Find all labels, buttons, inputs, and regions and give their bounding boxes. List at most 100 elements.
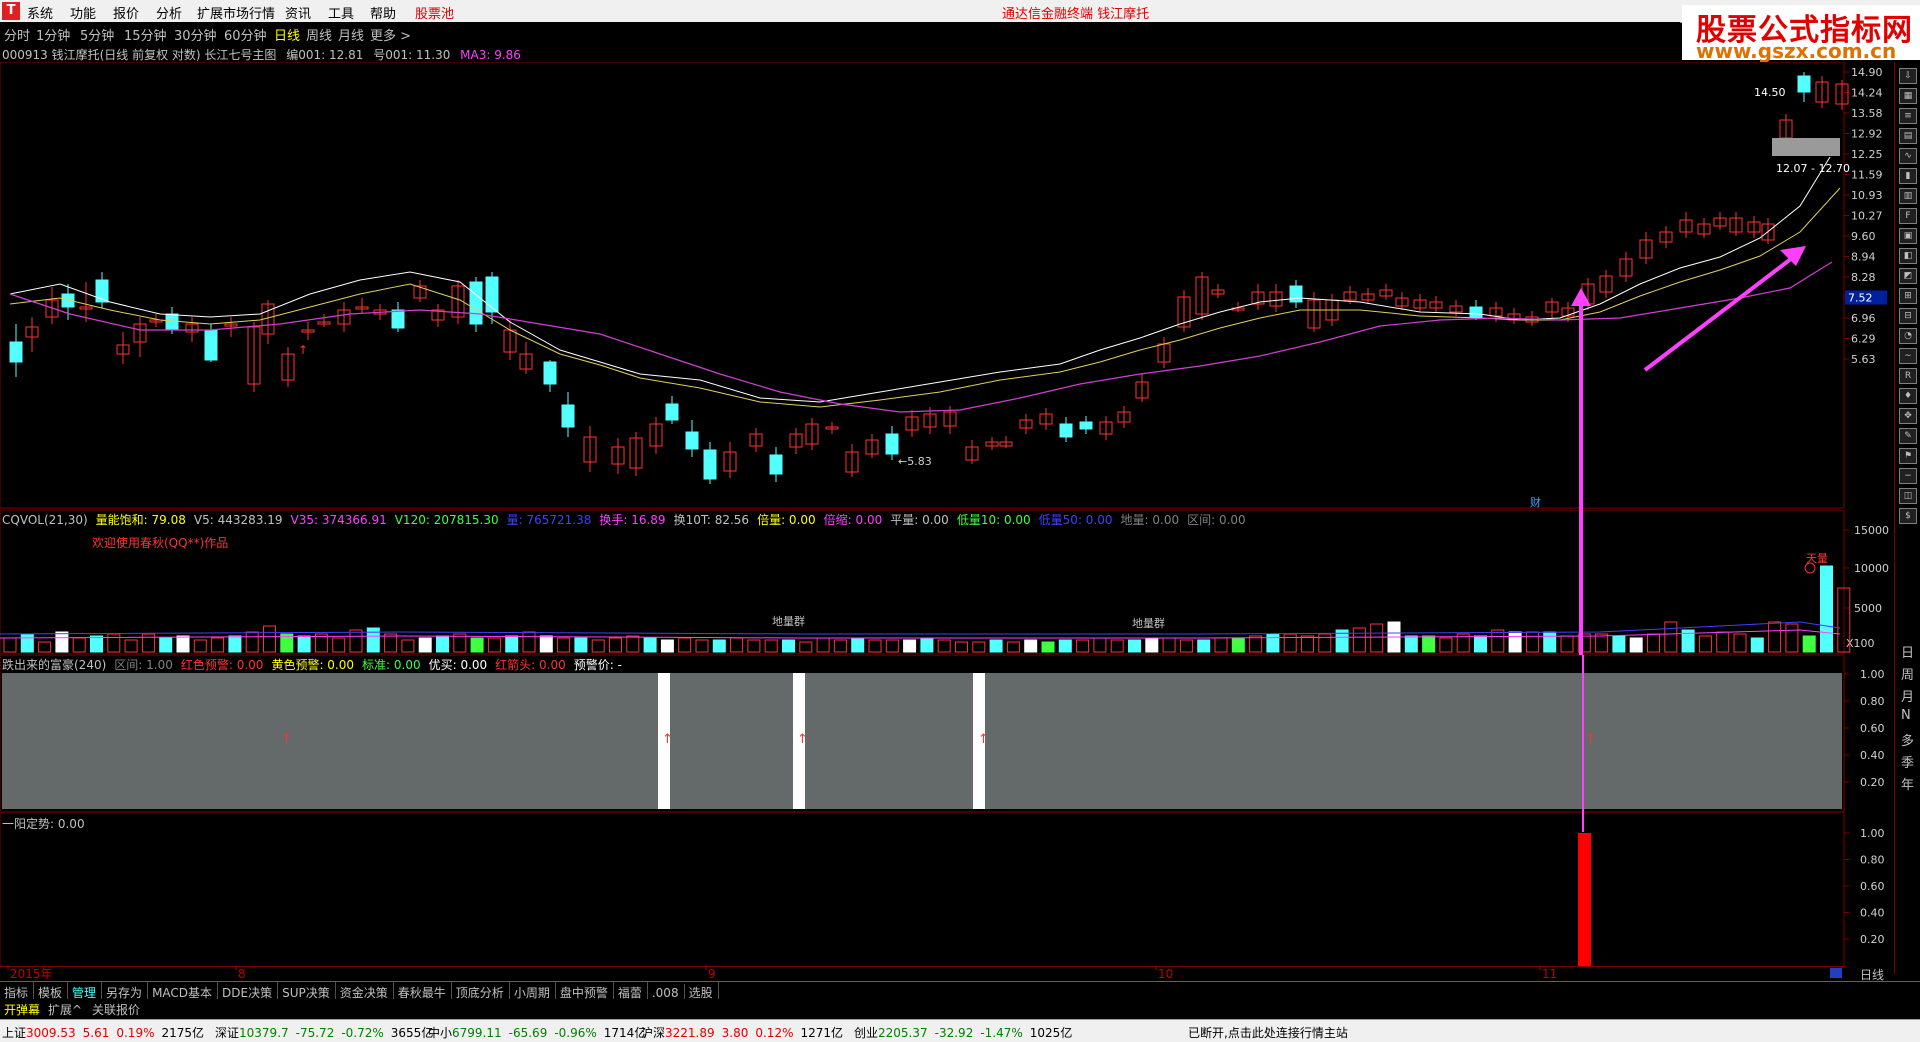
menu-info[interactable]: 资讯 [285, 3, 311, 22]
tab-5min[interactable]: 5分钟 [80, 25, 114, 44]
menu-extended-market[interactable]: 扩展市场行情 [197, 3, 275, 22]
rsi-icon[interactable]: R [1899, 368, 1917, 384]
scan-icon[interactable]: ⊟ [1899, 308, 1917, 324]
menu-quote[interactable]: 报价 [113, 3, 139, 22]
menu-help[interactable]: 帮助 [370, 3, 396, 22]
volume-bar [487, 637, 501, 653]
grid-icon[interactable]: ▦ [1899, 88, 1917, 104]
volume-bar [851, 637, 865, 653]
chart-icon[interactable]: ◧ [1899, 248, 1917, 264]
volume-bar [574, 637, 588, 653]
f10-icon[interactable]: F [1899, 208, 1917, 224]
volume-bar [764, 639, 778, 653]
welcome-text: 欢迎使用春秋(QQ**)作品 [92, 536, 229, 550]
history-icon[interactable]: ◔ [1899, 328, 1917, 344]
line-chart-icon[interactable]: ∿ [1899, 148, 1917, 164]
vol-header-item-9: 倍缩: 0.00 [823, 513, 883, 527]
period-day[interactable]: 日 [1901, 642, 1914, 661]
period-month[interactable]: 月 [1901, 686, 1914, 705]
vol-header-item-2: V5: 443283.19 [193, 513, 283, 527]
vol-header-item-14: 区间: 0.00 [1187, 513, 1246, 527]
connection-status[interactable]: 已断开,点击此处连接行情主站 [1188, 1024, 1348, 1041]
menu-stock-pool[interactable]: 股票池 [415, 3, 454, 22]
volume-bar [1128, 639, 1141, 653]
sig-tick-label: 0.20 [1860, 776, 1885, 789]
volume-bar [55, 631, 69, 653]
volume-bar [38, 641, 52, 653]
period-multi[interactable]: 多 [1901, 730, 1914, 749]
danmaku-button[interactable]: 开弹幕 [4, 1001, 40, 1018]
high-price-label: 14.50 [1754, 86, 1786, 99]
volume-bar [90, 635, 103, 653]
menu-analysis[interactable]: 分析 [156, 3, 182, 22]
volume-bar [1370, 623, 1384, 653]
move-icon[interactable]: ✥ [1899, 408, 1917, 424]
candle-body [885, 433, 899, 455]
compare-icon[interactable]: ⊞ [1899, 288, 1917, 304]
volume-panel[interactable]: 15000100005000X100地量群 地量群天量 [0, 510, 1894, 655]
stats-icon[interactable]: ◩ [1899, 268, 1917, 284]
indicator-tab-13[interactable]: .008 [648, 984, 685, 1000]
volume-bar [1231, 637, 1245, 653]
table-icon[interactable]: ▤ [1899, 128, 1917, 144]
tab-timeshare[interactable]: 分时 [4, 25, 30, 44]
candle-body [469, 281, 483, 325]
ma-fast-line [9, 156, 1831, 403]
index-quote-2[interactable]: 中小6799.11 -65.69 -0.96% 1714亿 [428, 1024, 653, 1041]
volume-bar [712, 639, 726, 653]
tab-15min[interactable]: 15分钟 [124, 25, 167, 44]
tab-weekly[interactable]: 周线 [306, 25, 332, 44]
period-quarter[interactable]: 季 [1901, 752, 1914, 771]
index-quote-0[interactable]: 上证3009.53 5.61 0.19% 2175亿 [2, 1024, 211, 1041]
bars-icon[interactable]: ▥ [1899, 188, 1917, 204]
tab-30min[interactable]: 30分钟 [174, 25, 217, 44]
list-icon[interactable]: ≡ [1899, 108, 1917, 124]
vol-header-item-7: 换10T: 82.56 [673, 513, 750, 527]
period-n[interactable]: N [1901, 708, 1911, 723]
download-icon[interactable]: ⇩ [1899, 68, 1917, 84]
tab-60min[interactable]: 60分钟 [224, 25, 267, 44]
price-chart[interactable]: 14.90 14.24 13.58 12.92 12.25 11.59 10.93 10.27… [0, 62, 1894, 510]
minus-icon[interactable]: − [1899, 468, 1917, 484]
signal-panel[interactable]: ↑ ↑ ↑ ↑ ↑ 1.00 0.80 0.60 0.40 0.20 [0, 655, 1894, 812]
tab-daily[interactable]: 日线 [274, 25, 300, 44]
tab-monthly[interactable]: 月线 [338, 25, 364, 44]
volume-bar [3, 637, 17, 653]
volume-bar [176, 635, 190, 653]
indicator-icon[interactable]: ∼ [1899, 348, 1917, 364]
period-week[interactable]: 周 [1901, 664, 1914, 683]
period-year[interactable]: 年 [1901, 774, 1914, 793]
volume-bar [349, 629, 363, 653]
candle-body [703, 449, 717, 480]
index-quote-1[interactable]: 深证10379.7 -75.72 -0.72% 3655亿 [215, 1024, 440, 1041]
trend-tick-label: 1.00 [1860, 827, 1885, 840]
menu-system[interactable]: 系统 [27, 3, 53, 22]
news-icon[interactable]: ▣ [1899, 228, 1917, 244]
volume-bar [1162, 637, 1176, 653]
trend-panel[interactable]: 1.00 0.80 0.60 0.40 0.20 [0, 812, 1894, 967]
flag-icon[interactable]: ⚑ [1899, 448, 1917, 464]
alarm-icon[interactable]: ♦ [1899, 388, 1917, 404]
window-title: 通达信金融终端 钱江摩托 [1002, 7, 1150, 22]
index-quote-3[interactable]: 沪深3221.89 3.80 0.12% 1271亿 [641, 1024, 850, 1041]
volume-bar [1733, 633, 1747, 653]
y-tick-label: 14.90 [1851, 66, 1883, 79]
related-quotes-button[interactable]: 关联报价 [92, 1001, 140, 1018]
index-quote-4[interactable]: 创业2205.37 -32.92 -1.47% 1025亿 [854, 1024, 1079, 1041]
status-bar: 已断开,点击此处连接行情主站 上证3009.53 5.61 0.19% 2175亿 深证… [0, 1019, 1920, 1042]
signal-header: 跌出来的富豪(240) 区间: 1.00 红色预警: 0.00 黄色预警: 0.00 标… [2, 656, 630, 673]
menu-tools[interactable]: 工具 [328, 3, 354, 22]
vol-tick-label: 5000 [1854, 602, 1882, 615]
stock-code-name: 000913 钱江摩托(日线 前复权 对数) 长江七号主图 [2, 48, 277, 62]
tab-more[interactable]: 更多 > [370, 25, 411, 44]
period-tabs: 分时 1分钟 5分钟 15分钟 30分钟 60分钟 日线 周线 月线 更多 > [0, 22, 1680, 44]
menu-function[interactable]: 功能 [70, 3, 96, 22]
candle-icon[interactable]: ▮ [1899, 168, 1917, 184]
x-axis: 2015年 8 9 10 11 [0, 966, 1844, 981]
volume-bar [747, 639, 761, 653]
signal-icon[interactable]: ◫ [1899, 488, 1917, 504]
expand-button[interactable]: 扩展^ [48, 1001, 82, 1018]
draw-icon[interactable]: ✎ [1899, 428, 1917, 444]
tab-1min[interactable]: 1分钟 [36, 25, 70, 44]
money-icon[interactable]: $ [1899, 508, 1917, 524]
